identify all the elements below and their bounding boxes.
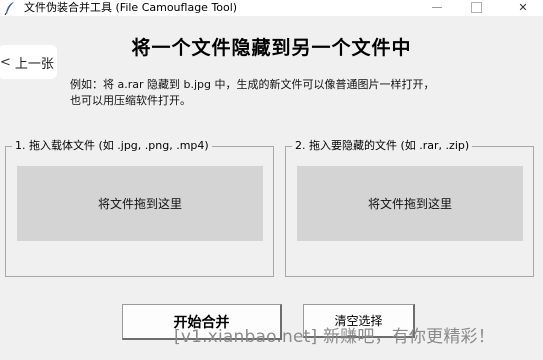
carrier-file-group: 1. 拖入载体文件 (如 .jpg, .png, .mp4) 将文件拖到这里 bbox=[5, 139, 274, 277]
carrier-file-legend: 1. 拖入载体文件 (如 .jpg, .png, .mp4) bbox=[12, 139, 212, 153]
hidden-file-legend: 2. 拖入要隐藏的文件 (如 .rar, .zip) bbox=[292, 139, 473, 153]
hidden-drop-zone[interactable]: 将文件拖到这里 bbox=[297, 166, 523, 241]
close-button[interactable]: ✕ bbox=[505, 0, 541, 14]
minimize-icon bbox=[432, 6, 442, 8]
description-line-2: 也可以用压缩软件打开。 bbox=[70, 94, 191, 107]
carrier-drop-zone[interactable]: 将文件拖到这里 bbox=[17, 166, 263, 241]
maximize-icon bbox=[470, 1, 482, 13]
window-title: 文件伪装合并工具 (File Camouflage Tool) bbox=[24, 1, 238, 14]
app-feather-icon bbox=[4, 2, 14, 15]
hidden-drop-text: 将文件拖到这里 bbox=[367, 197, 452, 211]
description: 例如：将 a.rar 隐藏到 b.jpg 中，生成的新文件可以像普通图片一样打开… bbox=[70, 77, 435, 109]
title-bar: 文件伪装合并工具 (File Camouflage Tool) ✕ bbox=[0, 0, 543, 16]
minimize-button[interactable] bbox=[419, 0, 455, 14]
description-line-1: 例如：将 a.rar 隐藏到 b.jpg 中，生成的新文件可以像普通图片一样打开… bbox=[70, 78, 435, 91]
close-icon: ✕ bbox=[518, 0, 528, 14]
watermark-text: [v1.xianbao.net] 新赚吧，有你更精彩！ bbox=[174, 327, 495, 347]
page-title: 将一个文件隐藏到另一个文件中 bbox=[131, 37, 412, 59]
maximize-button[interactable] bbox=[458, 0, 494, 14]
carrier-drop-text: 将文件拖到这里 bbox=[97, 197, 182, 211]
hidden-file-group: 2. 拖入要隐藏的文件 (如 .rar, .zip) 将文件拖到这里 bbox=[285, 139, 534, 277]
